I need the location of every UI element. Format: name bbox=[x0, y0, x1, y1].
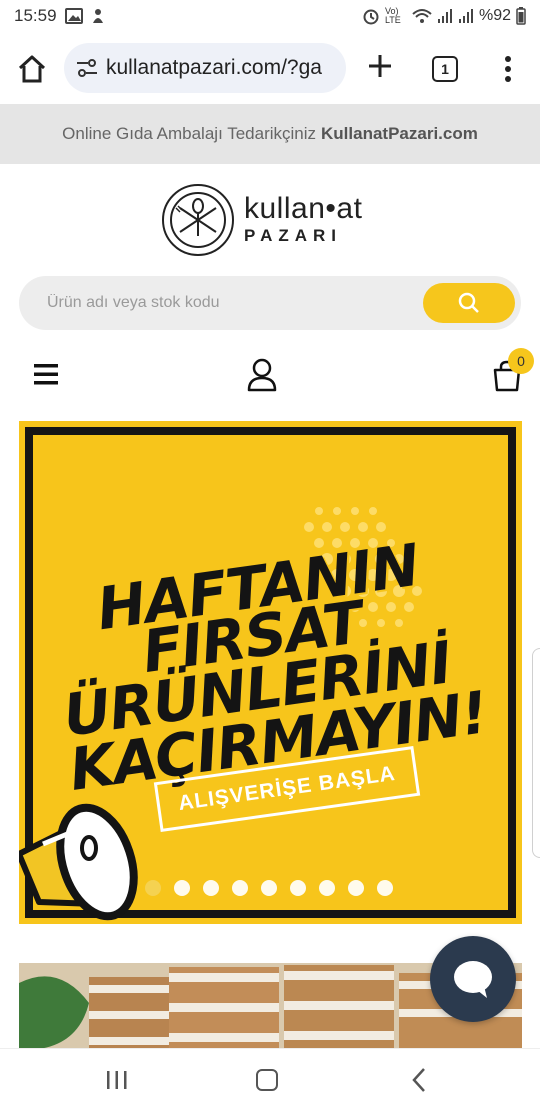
notification-icon bbox=[92, 9, 103, 23]
network-label: Vo) LTE bbox=[384, 6, 401, 25]
carousel-dot[interactable] bbox=[232, 880, 248, 896]
nav-home-icon[interactable] bbox=[256, 1069, 278, 1091]
home-icon[interactable] bbox=[16, 54, 48, 84]
browser-toolbar: kullanatpazari.com/?ga 1 bbox=[0, 32, 540, 104]
chat-icon bbox=[454, 961, 492, 998]
cart-count-badge: 0 bbox=[508, 348, 534, 374]
cutlery-icon bbox=[170, 192, 226, 248]
search-button[interactable] bbox=[423, 283, 515, 323]
search-icon bbox=[458, 292, 479, 313]
system-nav-bar bbox=[0, 1048, 540, 1110]
carousel-dot[interactable] bbox=[145, 880, 161, 896]
announcement-brand: KullanatPazari.com bbox=[321, 124, 478, 143]
back-icon[interactable] bbox=[410, 1067, 428, 1093]
site-logo[interactable]: kullan•at PAZARI bbox=[162, 184, 382, 256]
url-text[interactable]: kullanatpazari.com/?ga bbox=[106, 56, 322, 80]
logo-word: kullan•at bbox=[244, 192, 363, 225]
carousel-dot[interactable] bbox=[377, 880, 393, 896]
plus-icon[interactable] bbox=[366, 52, 394, 80]
gallery-icon bbox=[64, 8, 83, 24]
search-bar bbox=[19, 276, 521, 330]
carousel-dot[interactable] bbox=[261, 880, 277, 896]
announcement-text: Online Gıda Ambalajı Tedarikçiniz bbox=[62, 124, 317, 143]
carousel-dot[interactable] bbox=[203, 880, 219, 896]
alarm-icon bbox=[363, 9, 379, 25]
logo-subtitle: PAZARI bbox=[244, 226, 343, 245]
chat-button[interactable] bbox=[430, 936, 516, 1022]
status-time: 15:59 bbox=[14, 6, 57, 25]
signal-icon bbox=[437, 9, 452, 23]
address-bar[interactable]: kullanatpazari.com/?ga bbox=[64, 43, 346, 93]
announcement-bar: Online Gıda Ambalajı Tedarikçiniz Kullan… bbox=[0, 104, 540, 164]
more-vert-icon[interactable] bbox=[500, 54, 516, 84]
wifi-icon bbox=[412, 9, 432, 23]
side-panel-handle[interactable] bbox=[532, 648, 540, 858]
logo-emblem bbox=[162, 184, 234, 256]
recent-apps-icon[interactable] bbox=[106, 1069, 128, 1091]
signal-icon-2 bbox=[458, 9, 473, 23]
carousel-dot[interactable] bbox=[348, 880, 364, 896]
battery-icon bbox=[516, 7, 526, 25]
carousel-dot[interactable] bbox=[174, 880, 190, 896]
carousel-dot[interactable] bbox=[290, 880, 306, 896]
carousel-dot[interactable] bbox=[319, 880, 335, 896]
megaphone-icon bbox=[19, 803, 138, 921]
site-settings-icon[interactable] bbox=[76, 59, 98, 77]
user-icon[interactable] bbox=[247, 358, 277, 392]
battery-percent: %92 bbox=[478, 7, 511, 24]
tabs-icon[interactable]: 1 bbox=[432, 56, 458, 82]
tab-count: 1 bbox=[441, 61, 449, 77]
status-bar: 15:59 Vo) LTE %92 bbox=[0, 0, 540, 32]
carousel-dots bbox=[145, 880, 393, 896]
hamburger-icon[interactable] bbox=[34, 362, 58, 386]
search-input[interactable] bbox=[37, 276, 417, 330]
